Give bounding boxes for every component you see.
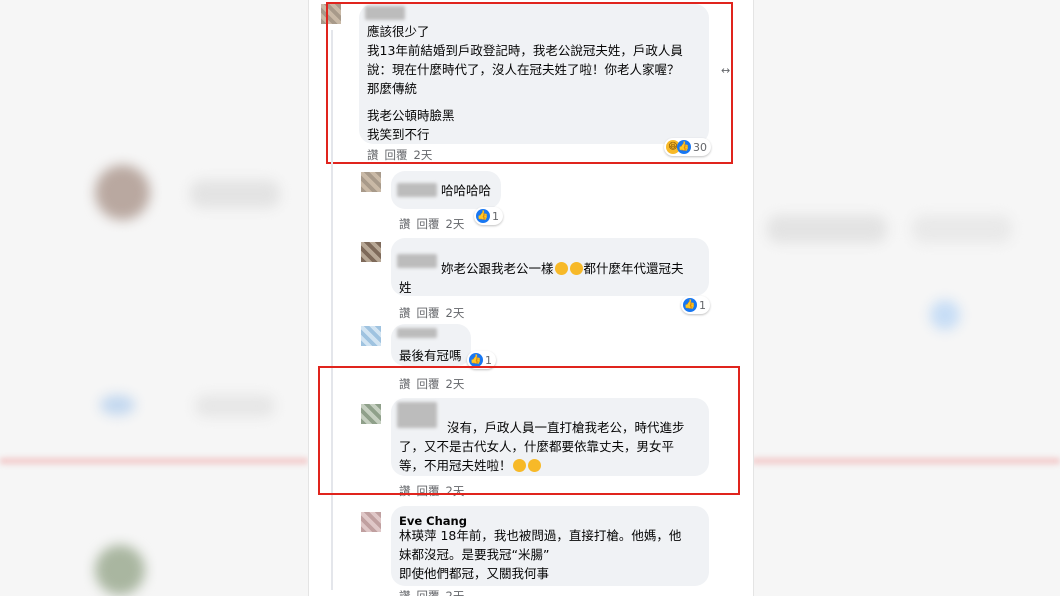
blurred-avatar: [95, 165, 150, 220]
avatar[interactable]: [361, 326, 381, 346]
like-link[interactable]: 讚: [399, 306, 411, 320]
blurred-highlight: [0, 458, 308, 464]
blurred-bubble: [195, 395, 275, 417]
reply-link[interactable]: 回覆: [417, 306, 440, 320]
blurred-avatar: [95, 545, 145, 595]
laughing-emoji-icon: [569, 262, 583, 275]
comments-panel: 應該很少了 我13年前結婚到戶政登記時，我老公說冠夫姓，戶政人員 說：現在什麼時…: [308, 0, 754, 596]
timestamp[interactable]: 2天: [446, 589, 465, 596]
blurred-name: [397, 328, 437, 338]
like-reaction-icon: 👍: [469, 353, 483, 367]
blurred-highlight: [752, 458, 1060, 464]
blurred-name: [397, 254, 437, 268]
blurred-bubble: [190, 180, 280, 208]
avatar[interactable]: [361, 512, 381, 532]
blurred-icon: [930, 300, 960, 330]
timestamp[interactable]: 2天: [446, 217, 465, 231]
like-link[interactable]: 讚: [399, 217, 411, 231]
timestamp[interactable]: 2天: [446, 306, 465, 320]
avatar[interactable]: [361, 242, 381, 262]
blurred-icon: [100, 395, 135, 415]
comment-text: 姓: [399, 280, 412, 295]
reaction-summary[interactable]: 👍 1: [681, 296, 710, 314]
red-highlight-box: [326, 2, 733, 164]
blurred-bubble: [912, 215, 1012, 243]
like-reaction-icon: 👍: [476, 209, 490, 223]
thread-line: [331, 30, 333, 590]
comment-text: 哈哈哈哈: [441, 183, 492, 198]
comment-bubble: 哈哈哈哈: [391, 171, 501, 209]
blurred-bubble: [767, 215, 887, 243]
reaction-summary[interactable]: 👍 1: [474, 207, 503, 225]
comment-bubble: Eve Chang 林瑛萍 18年前，我也被問過，直接打槍。他媽，他 妹都沒冠。…: [391, 506, 709, 586]
background-left: [0, 0, 308, 596]
red-highlight-box: [318, 366, 740, 495]
like-reaction-icon: 👍: [683, 298, 697, 312]
comment-text: 妳老公跟我老公一樣 都什麼年代還冠夫: [441, 261, 684, 276]
background-right: [752, 0, 1060, 596]
blurred-name: [397, 183, 437, 197]
comment-actions: 讚回覆 2天: [399, 588, 470, 596]
avatar[interactable]: [361, 172, 381, 192]
comment-actions: 讚回覆 2天: [399, 216, 470, 232]
comment-actions: 讚回覆 2天: [399, 305, 470, 321]
comment-bubble: 最後有冠嗎: [391, 324, 471, 366]
reply-link[interactable]: 回覆: [417, 217, 440, 231]
comment-text: 最後有冠嗎: [399, 348, 462, 363]
comment-text: 林瑛萍 18年前，我也被問過，直接打槍。他媽，他 妹都沒冠。是要我冠“米腸” 即…: [399, 528, 682, 581]
laughing-emoji-icon: [554, 262, 568, 275]
reply-link[interactable]: 回覆: [417, 589, 440, 596]
comment-bubble: 妳老公跟我老公一樣 都什麼年代還冠夫 姓: [391, 238, 709, 296]
like-link[interactable]: 讚: [399, 589, 411, 596]
